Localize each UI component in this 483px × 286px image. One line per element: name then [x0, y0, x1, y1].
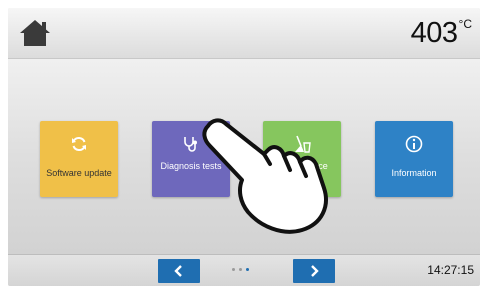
page-indicator: [232, 268, 249, 271]
footer-bar: 14:27:15: [8, 254, 480, 286]
clock: 14:27:15: [427, 263, 474, 277]
temperature-display: 403 °C: [411, 16, 472, 50]
home-button[interactable]: [18, 18, 52, 48]
house-icon: [20, 20, 50, 46]
page-dot: [232, 268, 235, 271]
touch-screen: 403 °C Software update Diagnosis tests M…: [8, 8, 480, 286]
refresh-icon: [72, 136, 86, 152]
stethoscope-icon: [184, 137, 197, 152]
page-dot-active: [246, 268, 249, 271]
page-dot: [239, 268, 242, 271]
info-icon: [405, 135, 423, 153]
tile-label-diagnosis-tests: Diagnosis tests: [160, 161, 222, 171]
chevron-left-icon: [174, 265, 182, 277]
tile-label-information: Information: [391, 168, 437, 178]
tile-label-software-update: Software update: [46, 168, 112, 178]
software-update-tile[interactable]: Software update: [40, 121, 118, 197]
temperature-value: 403: [410, 17, 458, 49]
next-page-button[interactable]: [293, 259, 335, 283]
tile-label-maintenance-programs: Maintenance programs: [276, 161, 328, 182]
chevron-right-icon: [311, 265, 319, 277]
maintenance-programs-tile[interactable]: Maintenance programs: [263, 121, 341, 197]
header-bar: 403 °C: [8, 8, 480, 59]
main-panel: Software update Diagnosis tests Maintena…: [8, 59, 480, 254]
temperature-unit: °C: [458, 17, 472, 31]
previous-page-button[interactable]: [158, 259, 200, 283]
diagnosis-tests-tile[interactable]: Diagnosis tests: [152, 121, 230, 197]
broom-bucket-icon: [295, 135, 311, 153]
information-tile[interactable]: Information: [375, 121, 453, 197]
